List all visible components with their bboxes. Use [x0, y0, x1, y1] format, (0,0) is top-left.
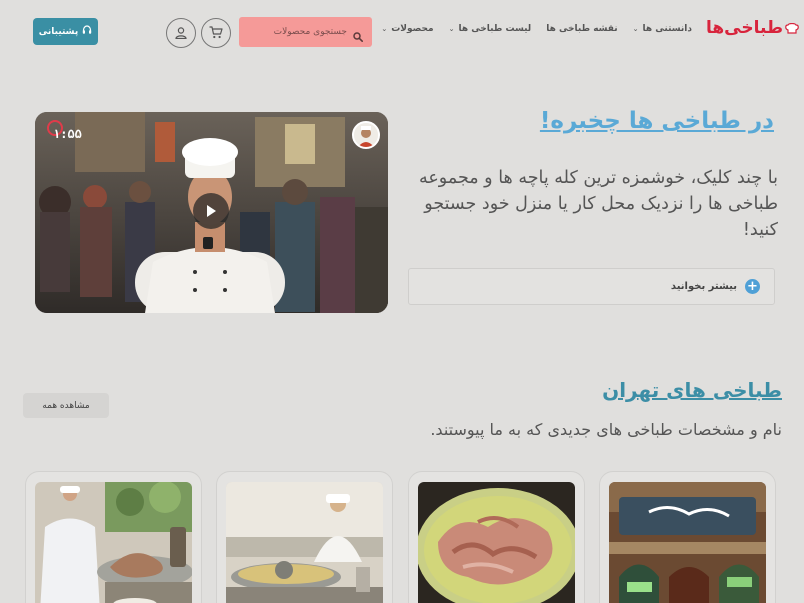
read-more-button[interactable]: بیشتر بخوانید + [408, 268, 775, 305]
play-button[interactable] [193, 193, 229, 229]
support-button[interactable]: پشتیبانی [33, 18, 98, 45]
site-logo[interactable]: طباخی‌ها [706, 18, 799, 38]
hero-title: در طباخی ها چخبره! [539, 108, 774, 134]
nav-item-tabbakhi-map[interactable]: نقشه طباخی ها [546, 24, 617, 34]
restaurant-photo [35, 482, 192, 603]
chevron-down-icon: ⌄ [381, 25, 388, 33]
nav-item-tabbakhi-list[interactable]: لیست طباخی ها ⌄ [449, 24, 532, 34]
nav-item-products[interactable]: محصولات ⌄ [381, 24, 433, 34]
main-nav: محصولات ⌄ لیست طباخی ها ⌄ نقشه طباخی ها … [381, 24, 692, 34]
play-icon [204, 204, 218, 218]
cart-button[interactable] [201, 18, 231, 48]
site-header: طباخی‌ها محصولات ⌄ لیست طباخی ها ⌄ نقشه … [0, 0, 804, 64]
headset-icon [82, 25, 92, 38]
nav-item-label: دانستنی ها [642, 24, 692, 34]
account-button[interactable] [166, 18, 196, 48]
plus-circle-icon: + [745, 279, 760, 294]
section-description: نام و مشخصات طباخی های جدیدی که به ما پی… [430, 420, 782, 439]
restaurant-photo [226, 482, 383, 603]
search-placeholder: جستجوی محصولات [273, 27, 347, 37]
video-duration: ۱:۵۵ [53, 127, 82, 141]
section-title: طباخی های تهران [602, 378, 782, 402]
nav-item-knowledge[interactable]: دانستنی ها ⌄ [633, 24, 692, 34]
search-input[interactable]: جستجوی محصولات [239, 17, 372, 47]
nav-item-label: محصولات [391, 24, 434, 34]
nav-item-label: لیست طباخی ها [458, 24, 532, 34]
read-more-label: بیشتر بخوانید [670, 281, 737, 292]
view-all-button[interactable]: مشاهده همه [23, 393, 109, 418]
hero-description: با چند کلیک، خوشمزه ترین کله پاچه ها و م… [418, 168, 778, 240]
restaurant-photo [609, 482, 766, 603]
chevron-down-icon: ⌄ [632, 25, 639, 33]
user-icon [175, 24, 187, 43]
restaurant-card[interactable] [408, 471, 585, 603]
restaurant-card[interactable] [25, 471, 202, 603]
chef-hat-icon [785, 22, 799, 34]
support-label: پشتیبانی [38, 26, 79, 37]
cart-icon [209, 24, 223, 43]
logo-text: طباخی‌ها [706, 18, 783, 38]
restaurant-card[interactable] [216, 471, 393, 603]
hero-video[interactable]: ۱:۵۵ [35, 112, 388, 313]
search-icon[interactable] [353, 27, 363, 42]
restaurant-card[interactable] [599, 471, 776, 603]
channel-avatar[interactable] [352, 121, 380, 149]
chevron-down-icon: ⌄ [448, 25, 455, 33]
nav-item-label: نقشه طباخی ها [546, 24, 618, 34]
restaurant-photo [418, 482, 575, 603]
